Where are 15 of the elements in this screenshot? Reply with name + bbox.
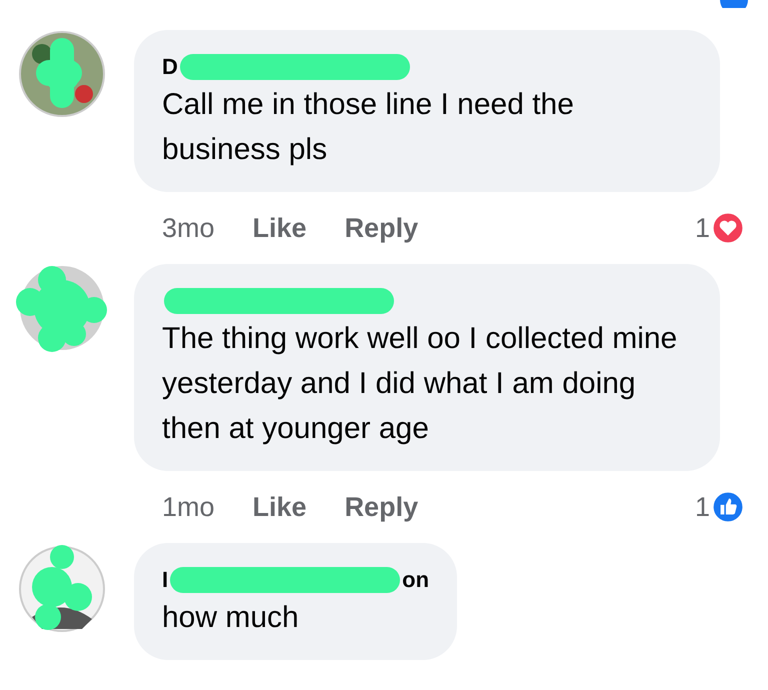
comment-action-link[interactable]: Reply (344, 492, 418, 522)
reaction-count: 1 (694, 492, 710, 522)
comment-action-link[interactable]: Like (252, 212, 307, 244)
comment-action-link[interactable]: Reply (344, 212, 418, 244)
comment-time: 3mo (162, 212, 215, 244)
author-name[interactable]: I (162, 567, 168, 593)
comment-time: 1mo (162, 492, 215, 522)
author-name[interactable]: D (162, 54, 178, 80)
comment-text: Call me in those line I need the business pls (162, 87, 575, 168)
author-name[interactable]: on (402, 567, 430, 593)
comment-action-link[interactable]: Like (252, 492, 307, 522)
comment-text: how much (162, 600, 300, 636)
comment-text: The thing work well oo I collected mine yesterday and I did what I am doing then at younger age (162, 321, 678, 447)
reaction-icon (720, 0, 748, 8)
reaction-count: 1 (694, 212, 710, 244)
